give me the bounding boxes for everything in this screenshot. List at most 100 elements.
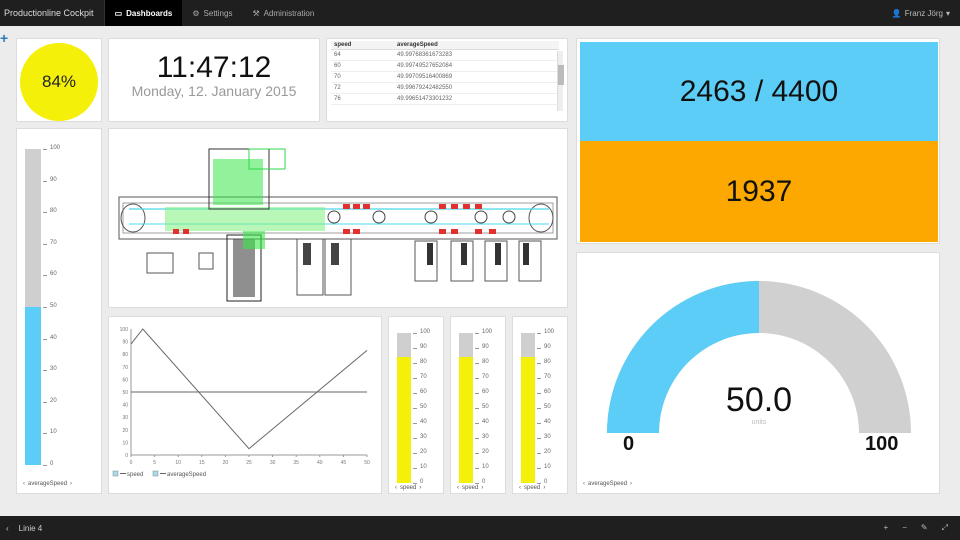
- table-row[interactable]: 70 49.99709516400869: [331, 71, 559, 83]
- gauge-scale: 100 90 80 70 60 50 40 30 20 10 0: [475, 329, 503, 485]
- scale-tick: [537, 378, 541, 379]
- gauge-caption[interactable]: ‹ averageSpeed ›: [23, 481, 72, 487]
- chevron-left-icon[interactable]: ‹: [583, 481, 585, 487]
- scale-tick-label: 100: [420, 329, 431, 335]
- plus-icon[interactable]: +: [884, 523, 889, 533]
- wrench-icon: ⚒: [252, 8, 260, 18]
- speed-line-chart[interactable]: 10090807060504030201000 5 10 15 20 25 30 35 40 45…: [109, 317, 383, 495]
- y-tick-label: 50: [122, 390, 128, 396]
- table-row[interactable]: 64 49.99768361673283: [331, 49, 559, 61]
- gauge-caption[interactable]: ‹ speed ›: [457, 485, 483, 491]
- chevron-right-icon[interactable]: ›: [481, 485, 483, 491]
- app-brand[interactable]: Productionline Cockpit: [0, 0, 105, 26]
- chevron-left-icon[interactable]: ‹: [519, 485, 521, 491]
- gauge-fill: [397, 357, 411, 483]
- chevron-right-icon[interactable]: ›: [630, 481, 632, 487]
- table-scrollbar[interactable]: [557, 51, 564, 111]
- cell-speed: 64: [331, 49, 395, 61]
- chevron-left-icon[interactable]: ‹: [6, 524, 9, 533]
- scale-tick: [537, 453, 541, 454]
- cell-average-speed: 49.99709516400869: [394, 71, 559, 83]
- scale-tick: [475, 483, 479, 484]
- y-tick-label: 40: [122, 403, 128, 409]
- gauge-track: [25, 149, 41, 465]
- scale-tick-label: 40: [50, 334, 57, 341]
- expand-icon[interactable]: ⤢: [942, 523, 948, 533]
- legend-swatch: [152, 470, 159, 477]
- col-header-average-speed[interactable]: averageSpeed: [394, 41, 559, 50]
- legend-label: averageSpeed: [167, 472, 206, 478]
- cell-average-speed: 49.99679242482550: [394, 82, 559, 94]
- clock-time: 11:47:12: [156, 51, 272, 84]
- counter-total-value: 2463 / 4400: [679, 74, 839, 108]
- gauge-scale: 100 90 80 70 60 50 40 30 20 10 0: [43, 145, 73, 467]
- scale-tick-label: 50: [482, 404, 489, 410]
- col-header-speed[interactable]: speed: [331, 41, 395, 50]
- speed-table: speed averageSpeed 64 49.99768361673283 60…: [331, 41, 559, 105]
- chevron-left-icon[interactable]: ‹: [457, 485, 459, 491]
- scale-tick: [413, 438, 417, 439]
- scale-tick: [475, 333, 479, 334]
- tab-label: Administration: [263, 8, 315, 18]
- scale-tick-label: 80: [420, 359, 427, 365]
- edit-icon[interactable]: ✎: [921, 523, 928, 533]
- cell-speed: 60: [331, 60, 395, 72]
- table-row[interactable]: 76 49.99651473301232: [331, 93, 559, 105]
- x-tick-label: 15: [199, 460, 205, 466]
- gauge-caption[interactable]: ‹ speed ›: [519, 485, 545, 491]
- scale-tick-label: 20: [50, 397, 57, 404]
- chevron-right-icon[interactable]: ›: [70, 481, 72, 487]
- gauge-caption[interactable]: ‹ speed ›: [395, 485, 421, 491]
- gauge-scale: 100 90 80 70 60 50 40 30 20 10 0: [537, 329, 565, 485]
- caret-down-icon: ▾: [945, 8, 950, 18]
- scale-tick-label: 30: [50, 366, 57, 373]
- table-scroll-area[interactable]: speed averageSpeed 64 49.99768361673283 60…: [331, 41, 559, 119]
- chevron-left-icon[interactable]: ‹: [395, 485, 397, 491]
- scale-tick: [475, 468, 479, 469]
- chevron-right-icon[interactable]: ›: [543, 485, 545, 491]
- tab-label: Settings: [203, 8, 233, 18]
- chevron-right-icon[interactable]: ›: [419, 485, 421, 491]
- scale-tick: [537, 363, 541, 364]
- chevron-left-icon[interactable]: ‹: [23, 481, 25, 487]
- scale-tick-label: 30: [420, 434, 427, 440]
- scale-tick-label: 90: [544, 344, 551, 350]
- user-menu[interactable]: 👤 Franz Jörg ▾: [892, 0, 960, 26]
- scale-tick: [475, 393, 479, 394]
- legend-swatch: [112, 470, 119, 477]
- tab-settings[interactable]: ⚙ Settings: [182, 0, 242, 26]
- add-widget-button[interactable]: +: [0, 30, 8, 46]
- scale-tick-label: 70: [482, 374, 489, 380]
- tab-dashboards[interactable]: ▭ Dashboards: [104, 0, 183, 26]
- x-tick-label: 0: [130, 460, 133, 466]
- footer-actions: + − ✎ ⤢: [884, 523, 954, 533]
- scale-tick: [43, 212, 47, 214]
- scale-tick-label: 80: [482, 359, 489, 365]
- line-chart-widget: 100 90 80 70 60 50 40 30 20 10 0 0 5 10 15 20 25 30 35 40 45…: [108, 316, 382, 494]
- scale-tick: [43, 180, 47, 182]
- semi-gauge-max: 100: [865, 433, 899, 455]
- scale-tick: [43, 243, 47, 245]
- speed-table-widget: speed averageSpeed 64 49.99768361673283 60…: [326, 38, 568, 122]
- y-tick-label: 20: [122, 428, 128, 434]
- scale-tick-label: 70: [420, 374, 427, 380]
- semi-gauge-widget: 50.0 units 0 100 ‹ averageSpeed ›: [576, 252, 940, 494]
- scale-tick: [413, 378, 417, 379]
- tab-administration[interactable]: ⚒ Administration: [242, 0, 324, 26]
- gauge-caption[interactable]: ‹ averageSpeed ›: [583, 481, 632, 487]
- scale-tick: [43, 465, 47, 466]
- scale-tick-label: 10: [544, 464, 551, 470]
- scale-tick: [43, 433, 47, 435]
- counter-remaining-value: 1937: [725, 174, 793, 208]
- scale-tick: [537, 438, 541, 439]
- scale-tick-label: 50: [420, 404, 427, 410]
- y-tick-label: 30: [122, 415, 128, 421]
- minus-icon[interactable]: −: [902, 523, 907, 533]
- scrollbar-thumb[interactable]: [558, 65, 564, 85]
- table-row[interactable]: 72 49.99679242482550: [331, 82, 559, 94]
- percent-circle: 84%: [20, 43, 98, 121]
- scale-tick: [475, 378, 479, 379]
- scale-tick-label: 30: [544, 434, 551, 440]
- dashboard-footer: ‹ Linie 4 + − ✎ ⤢: [0, 516, 960, 540]
- table-row[interactable]: 60 49.99749527652084: [331, 60, 559, 72]
